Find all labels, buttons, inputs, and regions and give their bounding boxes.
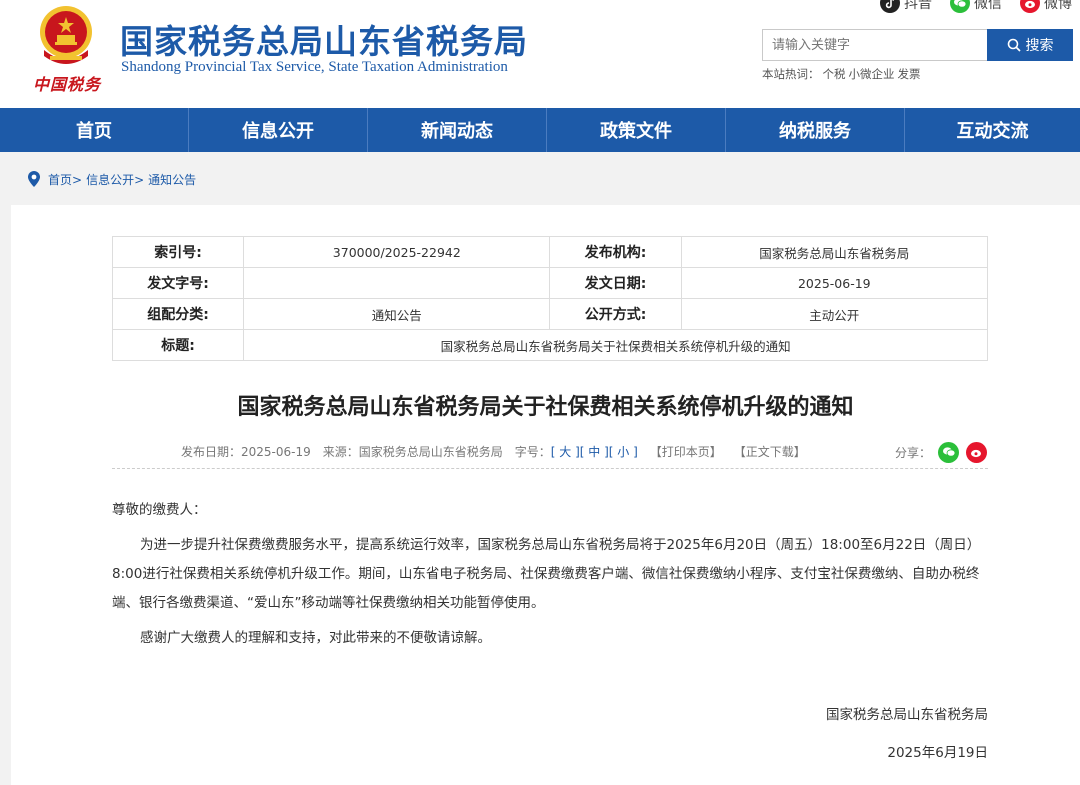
hotwords-label: 本站热词：	[762, 67, 820, 81]
hotword-link[interactable]: 个税	[823, 67, 846, 81]
nav-item-tax-service[interactable]: 纳税服务	[726, 108, 905, 152]
nav-item-news[interactable]: 新闻动态	[368, 108, 547, 152]
douyin-icon	[880, 0, 900, 13]
search-icon	[1007, 38, 1021, 52]
article-body: 尊敬的缴费人： 为进一步提升社保费缴费服务水平，提高系统运行效率，国家税务总局山…	[112, 496, 988, 659]
font-size-large-button[interactable]: [ 大 ]	[551, 443, 580, 460]
wechat-label: 微信	[974, 0, 1002, 12]
brand-script-logo: 中国税务	[33, 75, 102, 94]
share-label: 分享：	[895, 445, 932, 460]
breadcrumb-home[interactable]: 首页>	[48, 171, 82, 188]
signature-org: 国家税务总局山东省税务局	[826, 707, 988, 723]
meta-key: 标题:	[111, 329, 245, 361]
font-size-label: 字号：	[514, 444, 551, 459]
tax-emblem-icon[interactable]	[30, 2, 102, 72]
hotwords: 本站热词： 个税 小微企业 发票	[762, 66, 924, 82]
meta-value: 通知公告	[243, 298, 551, 330]
paragraph: 感谢广大缴费人的理解和支持，对此带来的不便敬请谅解。	[140, 630, 491, 646]
article-source: 来源：国家税务总局山东省税务局	[322, 444, 503, 459]
download-link[interactable]: 【正文下载】	[734, 443, 806, 460]
share-bar: 分享：	[895, 441, 988, 463]
breadcrumb: 首页> 信息公开> 通知公告	[28, 170, 196, 188]
weibo-icon	[1020, 0, 1040, 13]
paragraph: 为进一步提升社保费缴费服务水平，提高系统运行效率，国家税务总局山东省税务局将于2…	[112, 537, 981, 611]
search-button-label: 搜索	[1025, 38, 1054, 54]
nav-item-home[interactable]: 首页	[0, 108, 189, 152]
meta-key: 索引号:	[111, 236, 245, 268]
site-header: 中国税务 国家税务总局山东省税务局 Shandong Provincial Ta…	[0, 0, 1080, 108]
table-row: 组配分类: 通知公告 公开方式: 主动公开	[111, 298, 989, 330]
meta-value: 国家税务总局山东省税务局	[680, 236, 989, 268]
meta-value: 主动公开	[680, 298, 989, 330]
hotword-link[interactable]: 发票	[898, 67, 921, 81]
table-row: 索引号: 370000/2025-22942 发布机构: 国家税务总局山东省税务…	[111, 236, 989, 268]
font-size-medium-button[interactable]: [ 中 ]	[580, 443, 609, 460]
meta-key: 发文字号:	[111, 267, 245, 299]
hotword-link[interactable]: 小微企业	[849, 67, 895, 81]
article-info-bar: 发布日期：2025-06-19 来源：国家税务总局山东省税务局 字号： [ 大 …	[181, 441, 806, 461]
share-wechat-icon[interactable]	[938, 441, 960, 463]
meta-key: 发文日期:	[549, 267, 682, 299]
site-subtitle: Shandong Provincial Tax Service, State T…	[121, 59, 508, 75]
search-button[interactable]: 搜索	[987, 29, 1073, 61]
divider	[112, 468, 988, 469]
greeting: 尊敬的缴费人：	[112, 502, 207, 518]
font-size-small-button[interactable]: [ 小 ]	[609, 443, 638, 460]
content-panel: 索引号: 370000/2025-22942 发布机构: 国家税务总局山东省税务…	[11, 205, 1080, 785]
douyin-label: 抖音	[904, 0, 932, 12]
article-title: 国家税务总局山东省税务局关于社保费相关系统停机升级的通知	[237, 395, 854, 420]
social-douyin[interactable]: 抖音	[880, 0, 932, 13]
breadcrumb-notice[interactable]: 通知公告	[148, 171, 196, 188]
meta-value	[243, 267, 551, 299]
meta-key: 组配分类:	[111, 298, 245, 330]
wechat-icon	[950, 0, 970, 13]
search-input[interactable]	[762, 29, 988, 61]
meta-value: 国家税务总局山东省税务局关于社保费相关系统停机升级的通知	[243, 329, 988, 361]
share-weibo-icon[interactable]	[966, 441, 988, 463]
document-meta-table: 索引号: 370000/2025-22942 发布机构: 国家税务总局山东省税务…	[111, 236, 989, 361]
main-nav: 首页 信息公开 新闻动态 政策文件 纳税服务 互动交流	[0, 108, 1080, 152]
print-page-link[interactable]: 【打印本页】	[650, 443, 722, 460]
table-row: 标题: 国家税务总局山东省税务局关于社保费相关系统停机升级的通知	[111, 329, 988, 361]
meta-key: 公开方式:	[549, 298, 682, 330]
social-wechat[interactable]: 微信	[950, 0, 1002, 13]
breadcrumb-info[interactable]: 信息公开>	[86, 171, 144, 188]
signature-date: 2025年6月19日	[887, 745, 988, 761]
location-pin-icon	[28, 171, 40, 187]
publish-date: 发布日期：2025-06-19	[181, 444, 311, 459]
meta-value: 2025-06-19	[680, 267, 989, 299]
meta-value: 370000/2025-22942	[243, 236, 551, 268]
site-title[interactable]: 国家税务总局山东省税务局	[120, 15, 528, 63]
weibo-label: 微博	[1044, 0, 1072, 12]
table-row: 发文字号: 发文日期: 2025-06-19	[111, 267, 989, 299]
nav-item-policy[interactable]: 政策文件	[547, 108, 726, 152]
nav-item-interaction[interactable]: 互动交流	[905, 108, 1080, 152]
nav-item-info-disclosure[interactable]: 信息公开	[189, 108, 368, 152]
meta-key: 发布机构:	[549, 236, 682, 268]
social-weibo[interactable]: 微博	[1020, 0, 1072, 13]
